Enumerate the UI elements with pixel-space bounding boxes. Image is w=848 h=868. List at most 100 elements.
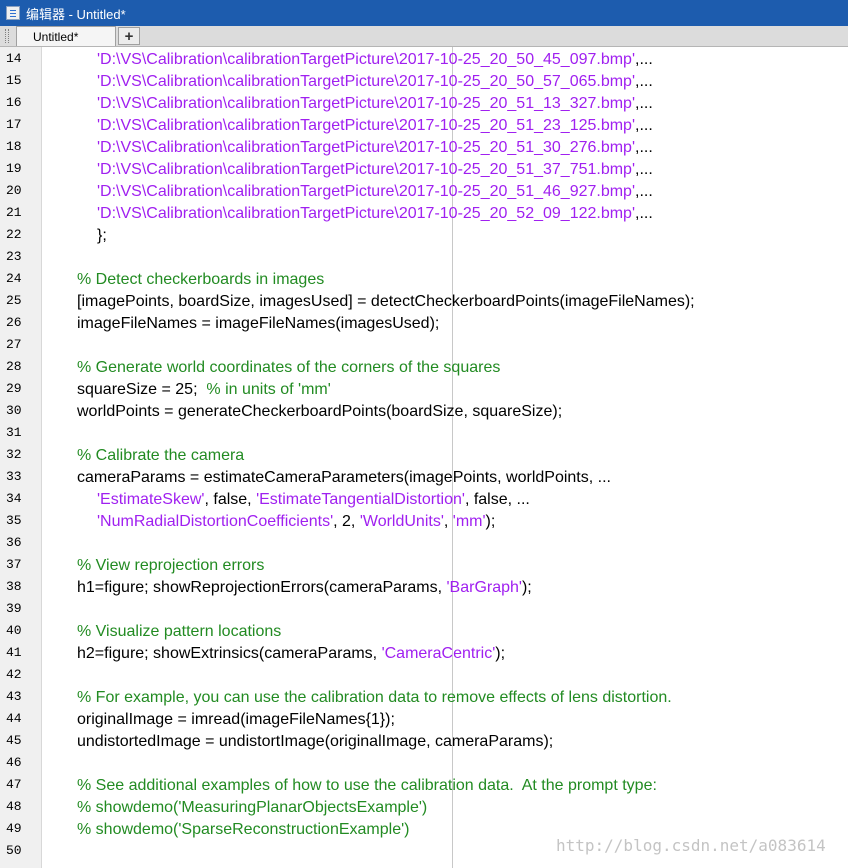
code-line[interactable]: 42	[0, 665, 848, 687]
string-literal: 'EstimateSkew'	[97, 491, 205, 508]
string-literal: 'D:\VS\Calibration\calibrationTargetPict…	[97, 95, 636, 112]
code-text: 'D:\VS\Calibration\calibrationTargetPict…	[97, 203, 653, 225]
code-line[interactable]: 47 % See additional examples of how to us…	[0, 775, 848, 797]
code-line[interactable]: 18 'D:\VS\Calibration\calibrationTargetPi…	[0, 137, 848, 159]
code-line[interactable]: 15 'D:\VS\Calibration\calibrationTargetPi…	[0, 71, 848, 93]
code-text: % See additional examples of how to use …	[77, 775, 657, 797]
code-line[interactable]: 43 % For example, you can use the calibra…	[0, 687, 848, 709]
code-token: };	[97, 227, 107, 244]
code-line[interactable]: 31	[0, 423, 848, 445]
code-line[interactable]: 32 % Calibrate the camera	[0, 445, 848, 467]
code-line[interactable]: 27	[0, 335, 848, 357]
line-number: 27	[6, 337, 22, 352]
code-text: 'D:\VS\Calibration\calibrationTargetPict…	[97, 159, 653, 181]
code-line[interactable]: 48 % showdemo('MeasuringPlanarObjectsExam…	[0, 797, 848, 819]
line-number: 39	[6, 601, 22, 616]
line-number: 38	[6, 579, 22, 594]
code-text: % Generate world coordinates of the corn…	[77, 357, 500, 379]
tab-untitled[interactable]: Untitled*	[16, 26, 116, 46]
code-line[interactable]: 33 cameraParams = estimateCameraParameter…	[0, 467, 848, 489]
line-number: 45	[6, 733, 22, 748]
line-number: 23	[6, 249, 22, 264]
code-text: [imagePoints, boardSize, imagesUsed] = d…	[77, 291, 695, 313]
code-line[interactable]: 38 h1=figure; showReprojectionErrors(came…	[0, 577, 848, 599]
code-line[interactable]: 39	[0, 599, 848, 621]
line-number: 43	[6, 689, 22, 704]
tab-bar-grip-icon[interactable]	[5, 29, 9, 43]
code-token: , false,	[204, 491, 257, 508]
code-line[interactable]: 22};	[0, 225, 848, 247]
line-number: 47	[6, 777, 22, 792]
line-number: 31	[6, 425, 22, 440]
code-line[interactable]: 16 'D:\VS\Calibration\calibrationTargetPi…	[0, 93, 848, 115]
code-line[interactable]: 23	[0, 247, 848, 269]
code-text: 'D:\VS\Calibration\calibrationTargetPict…	[97, 71, 653, 93]
code-text: 'D:\VS\Calibration\calibrationTargetPict…	[97, 115, 653, 137]
code-text: h1=figure; showReprojectionErrors(camera…	[77, 577, 532, 599]
code-text: 'D:\VS\Calibration\calibrationTargetPict…	[97, 137, 653, 159]
code-line[interactable]: 29 squareSize = 25; % in units of 'mm'	[0, 379, 848, 401]
line-number: 37	[6, 557, 22, 572]
line-number: 14	[6, 51, 22, 66]
code-text: h2=figure; showExtrinsics(cameraParams, …	[77, 643, 505, 665]
comment: % Visualize pattern locations	[77, 623, 282, 640]
code-token: ,...	[635, 139, 653, 156]
code-token: originalImage = imread(imageFileNames{1}…	[77, 711, 395, 728]
string-literal: 'EstimateTangentialDistortion'	[256, 491, 465, 508]
code-token: ,...	[635, 161, 653, 178]
code-text: % View reprojection errors	[77, 555, 264, 577]
code-text: 'D:\VS\Calibration\calibrationTargetPict…	[97, 93, 653, 115]
string-literal: 'CameraCentric'	[381, 645, 496, 662]
code-text: 'EstimateSkew', false, 'EstimateTangenti…	[97, 489, 530, 511]
code-line[interactable]: 26 imageFileNames = imageFileNames(images…	[0, 313, 848, 335]
code-token: [imagePoints, boardSize, imagesUsed] = d…	[77, 293, 695, 310]
watermark: http://blog.csdn.net/a083614	[556, 836, 826, 855]
code-token: h2=figure; showExtrinsics(cameraParams,	[77, 645, 382, 662]
line-number: 36	[6, 535, 22, 550]
code-line[interactable]: 21 'D:\VS\Calibration\calibrationTargetPi…	[0, 203, 848, 225]
comment: % View reprojection errors	[77, 557, 265, 574]
code-line[interactable]: 24 % Detect checkerboards in images	[0, 269, 848, 291]
string-literal: 'WorldUnits'	[359, 513, 444, 530]
add-tab-button[interactable]: +	[118, 27, 140, 45]
line-number: 40	[6, 623, 22, 638]
code-token: );	[485, 513, 496, 530]
code-text: worldPoints = generateCheckerboardPoints…	[77, 401, 562, 423]
line-number: 29	[6, 381, 22, 396]
code-line[interactable]: 35 'NumRadialDistortionCoefficients', 2, …	[0, 511, 848, 533]
code-line[interactable]: 25 [imagePoints, boardSize, imagesUsed] =…	[0, 291, 848, 313]
editor-document-icon	[6, 6, 20, 20]
comment: % Calibrate the camera	[77, 447, 245, 464]
line-number: 34	[6, 491, 22, 506]
code-line[interactable]: 45 undistortedImage = undistortImage(orig…	[0, 731, 848, 753]
line-number: 41	[6, 645, 22, 660]
line-number: 49	[6, 821, 22, 836]
code-line[interactable]: 19 'D:\VS\Calibration\calibrationTargetPi…	[0, 159, 848, 181]
code-text: % showdemo('SparseReconstructionExample'…	[77, 819, 409, 841]
code-line[interactable]: 46	[0, 753, 848, 775]
line-number: 28	[6, 359, 22, 374]
code-token: );	[495, 645, 506, 662]
line-number: 46	[6, 755, 22, 770]
line-number: 42	[6, 667, 22, 682]
code-line[interactable]: 28 % Generate world coordinates of the co…	[0, 357, 848, 379]
code-line[interactable]: 37 % View reprojection errors	[0, 555, 848, 577]
code-line[interactable]: 17 'D:\VS\Calibration\calibrationTargetPi…	[0, 115, 848, 137]
code-text: % Calibrate the camera	[77, 445, 244, 467]
code-token: );	[521, 579, 532, 596]
comment: % See additional examples of how to use …	[77, 777, 657, 794]
code-line[interactable]: 20 'D:\VS\Calibration\calibrationTargetPi…	[0, 181, 848, 203]
code-line[interactable]: 14 'D:\VS\Calibration\calibrationTargetPi…	[0, 49, 848, 71]
line-number: 15	[6, 73, 22, 88]
code-token: undistortedImage = undistortImage(origin…	[77, 733, 554, 750]
code-line[interactable]: 40 % Visualize pattern locations	[0, 621, 848, 643]
code-line[interactable]: 41 h2=figure; showExtrinsics(cameraParams…	[0, 643, 848, 665]
code-line[interactable]: 36	[0, 533, 848, 555]
string-literal: 'NumRadialDistortionCoefficients'	[97, 513, 334, 530]
code-token: ,...	[635, 73, 653, 90]
code-token: worldPoints = generateCheckerboardPoints…	[77, 403, 563, 420]
code-line[interactable]: 44 originalImage = imread(imageFileNames{…	[0, 709, 848, 731]
code-line[interactable]: 34 'EstimateSkew', false, 'EstimateTangen…	[0, 489, 848, 511]
code-line[interactable]: 30 worldPoints = generateCheckerboardPoin…	[0, 401, 848, 423]
code-token: ,	[443, 513, 453, 530]
